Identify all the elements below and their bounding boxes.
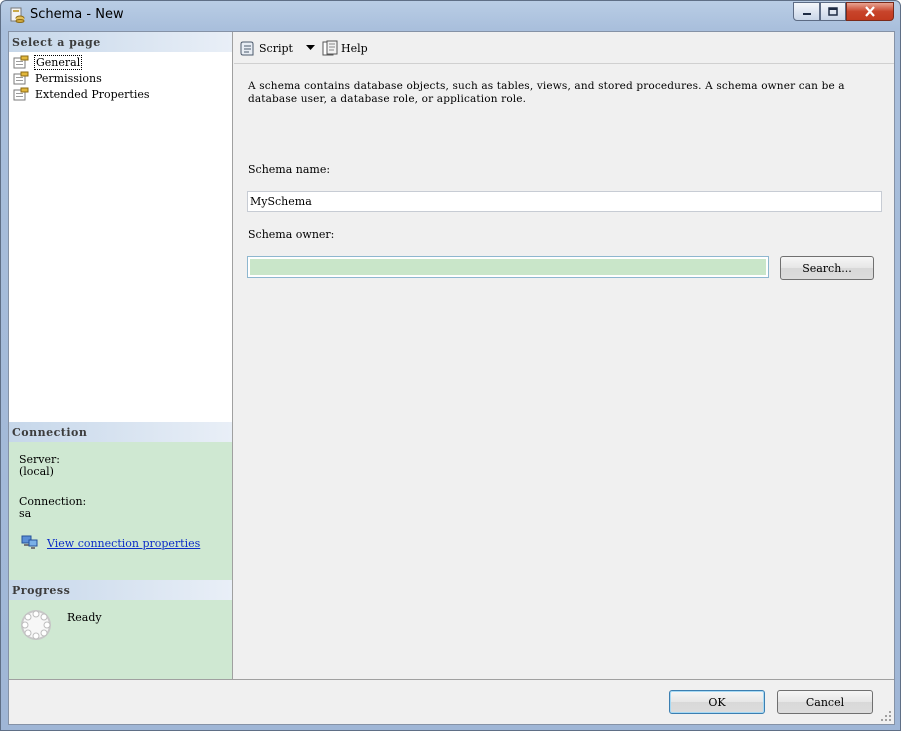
script-dropdown-button[interactable] xyxy=(306,39,318,57)
progress-section: Ready xyxy=(9,600,232,679)
toolbar: Script Help xyxy=(234,32,894,64)
page-item-permissions[interactable]: Permissions xyxy=(13,70,103,86)
maximize-icon xyxy=(828,7,838,16)
left-pane: Select a page General Permissions Extend… xyxy=(9,32,233,679)
cancel-button[interactable]: Cancel xyxy=(777,690,873,714)
page-settings-icon xyxy=(13,55,29,69)
connection-header: Connection xyxy=(9,422,232,442)
page-item-label: Extended Properties xyxy=(35,87,150,101)
connection-properties-icon xyxy=(21,535,38,549)
progress-status: Ready xyxy=(67,611,102,624)
script-button[interactable]: Script xyxy=(240,39,293,57)
schema-app-icon xyxy=(10,7,25,23)
script-label: Script xyxy=(259,41,293,55)
select-page-header: Select a page xyxy=(9,32,232,52)
page-item-general[interactable]: General xyxy=(13,54,83,70)
close-icon xyxy=(865,6,875,17)
page-settings-icon xyxy=(13,87,29,101)
schema-owner-input[interactable] xyxy=(247,256,769,278)
schema-description: A schema contains database objects, such… xyxy=(248,80,845,105)
schema-owner-label: Schema owner: xyxy=(248,228,335,241)
maximize-button[interactable] xyxy=(820,2,846,21)
page-item-label: Permissions xyxy=(35,71,102,85)
minimize-icon xyxy=(802,12,811,15)
window-title: Schema - New xyxy=(30,7,124,22)
dialog-window: Schema - New Select a page General Permi… xyxy=(0,0,901,731)
search-button[interactable]: Search... xyxy=(780,256,874,280)
chevron-down-icon xyxy=(306,45,315,50)
view-connection-properties-link[interactable]: View connection properties xyxy=(47,537,200,550)
progress-spinner-icon xyxy=(21,610,51,640)
connection-value: sa xyxy=(19,507,32,520)
resize-grip-icon[interactable] xyxy=(880,710,892,722)
ok-button[interactable]: OK xyxy=(669,690,765,714)
script-icon xyxy=(240,41,254,56)
dialog-client-area: Select a page General Permissions Extend… xyxy=(8,31,895,725)
minimize-button[interactable] xyxy=(793,2,820,21)
page-settings-icon xyxy=(13,71,29,85)
connection-section: Server: (local) Connection: sa View conn… xyxy=(9,442,232,580)
footer-divider xyxy=(9,679,894,680)
help-button[interactable]: Help xyxy=(322,39,368,57)
page-item-label: General xyxy=(34,54,83,70)
schema-name-input[interactable]: MySchema xyxy=(247,191,882,212)
page-item-extended-properties[interactable]: Extended Properties xyxy=(13,86,151,102)
schema-name-label: Schema name: xyxy=(248,163,331,176)
schema-owner-selection xyxy=(250,259,766,275)
help-icon xyxy=(322,40,338,55)
close-button[interactable] xyxy=(846,2,894,21)
server-value: (local) xyxy=(19,465,54,478)
progress-header: Progress xyxy=(9,580,232,600)
help-label: Help xyxy=(341,41,368,55)
title-bar[interactable]: Schema - New xyxy=(1,1,900,29)
